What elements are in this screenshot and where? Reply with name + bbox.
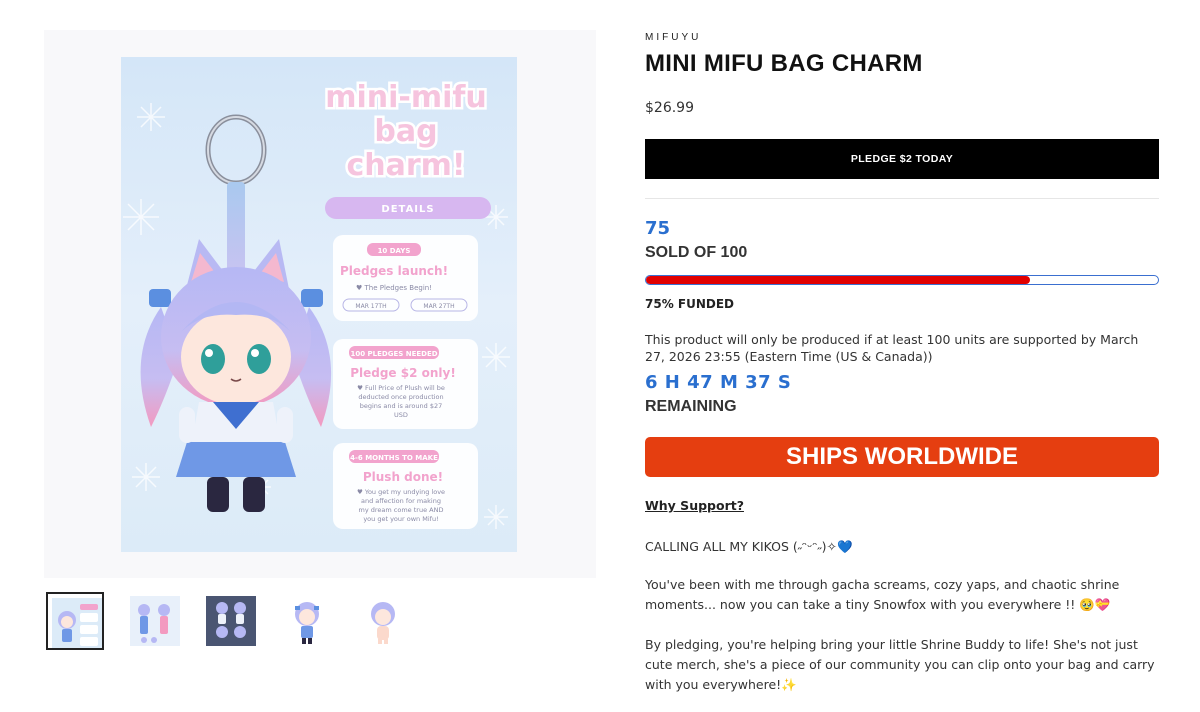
thumbnail-front[interactable] [278,592,336,650]
funding-progress-fill [646,276,1030,284]
poster-details-label: DETAILS [381,204,434,215]
description-paragraph: CALLING ALL MY KIKOS (˶ᵔᵕᵔ˶)✧💙 [645,539,853,554]
poster-card1-date-start: MAR 17TH [355,303,386,310]
poster-card1-sub: ♥ The Pledges Begin! [356,284,432,292]
product-title: MINI MIFU BAG CHARM [645,50,923,77]
poster-card3-badge: 4-6 MONTHS TO MAKE [350,454,438,462]
production-notice: This product will only be produced if at… [645,332,1139,364]
poster-card2-heading: Pledge $2 only! [350,366,456,380]
thumbnail-base[interactable] [354,592,412,650]
poster-title-line-2: bag [374,114,437,149]
why-support-link[interactable]: Why Support? [645,498,744,513]
poster-title-line-1: mini-mifu [325,80,487,115]
poster-card1-date-end: MAR 27TH [423,303,454,310]
pledge-button[interactable]: PLEDGE $2 TODAY [645,139,1159,179]
poster-card3-line: my dream come true AND [359,506,444,514]
product-price: $26.99 [645,100,694,116]
poster-card2-line: USD [394,411,408,419]
poster-card2-line: deducted once production [358,393,443,401]
sold-label: SOLD OF 100 [645,244,748,261]
thumbnail-sheet[interactable] [202,592,260,650]
countdown-timer: 6 H 47 M 37 S [645,372,792,393]
vendor-name[interactable]: MIFUYU [645,32,701,43]
poster-card3-line: ♥ You get my undying love [357,488,445,496]
product-main-image[interactable]: mini-mifu bag charm! DETAILS 10 DAYS Ple… [121,57,517,552]
poster-card3-heading: Plush done! [363,470,443,484]
ships-worldwide-banner: SHIPS WORLDWIDE [645,437,1159,477]
poster-card2-badge: 100 PLEDGES NEEDED [350,350,437,358]
divider [645,198,1159,199]
sold-count: 75 [645,218,671,239]
poster-card3-line: and affection for making [361,497,441,505]
poster-card2-line: begins and is around $27 [360,402,443,410]
thumbnail-turnaround[interactable] [126,592,184,650]
poster-card1-badge: 10 DAYS [378,247,411,255]
description-paragraph: By pledging, you're helping bring your l… [645,637,1155,692]
funding-progress-bar [645,275,1159,285]
poster-card1-heading: Pledges launch! [340,264,448,278]
poster-card2-line: ♥ Full Price of Plush will be [357,384,445,392]
poster-card3-line: you get your own Mifu! [363,515,438,523]
remaining-label: REMAINING [645,398,737,415]
thumbnail-poster[interactable] [46,592,104,650]
description-paragraph: You've been with me through gacha scream… [645,577,1120,612]
poster-title-line-3: charm! [346,148,465,183]
funded-percent: 75% FUNDED [645,297,735,311]
